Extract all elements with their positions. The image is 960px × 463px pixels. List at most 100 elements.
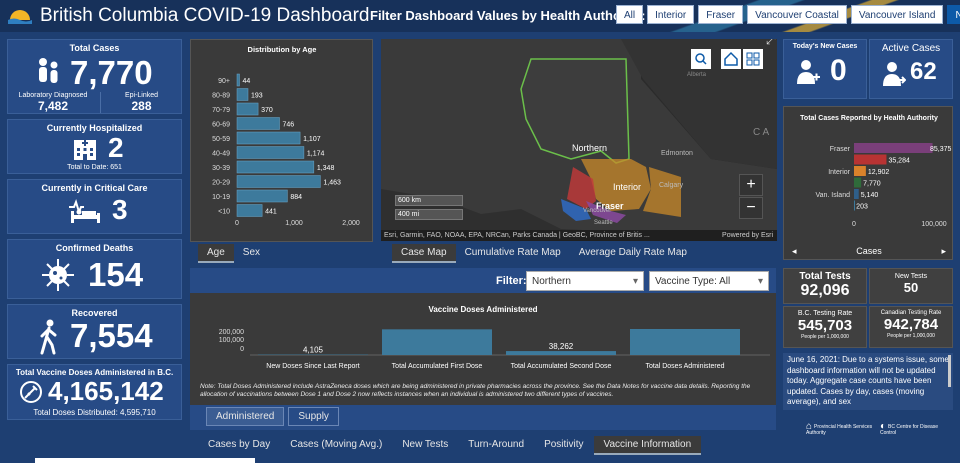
- total-cases-title: Total Cases: [69, 43, 120, 53]
- tab-average-daily-rate-map[interactable]: Average Daily Rate Map: [570, 244, 696, 263]
- vaccine-y-tick: 100,000: [219, 337, 244, 344]
- age-tick-label: 10-19: [212, 194, 230, 201]
- vaccine-bar[interactable]: [630, 329, 740, 355]
- tab-sex[interactable]: Sex: [234, 244, 269, 263]
- age-x-tick: 1,000: [285, 220, 303, 227]
- age-bar[interactable]: [236, 117, 280, 130]
- zoom-in-button[interactable]: +: [739, 174, 763, 196]
- authority-button-vancouver-island[interactable]: Vancouver Island: [850, 5, 944, 24]
- age-value-label: 746: [283, 122, 295, 129]
- age-value-label: 1,107: [303, 136, 321, 143]
- tab-cumulative-rate-map[interactable]: Cumulative Rate Map: [456, 244, 570, 263]
- powered-by: Powered by Esri: [722, 232, 773, 239]
- tab-cases-moving-avg[interactable]: Cases (Moving Avg.): [280, 436, 392, 455]
- case-map[interactable]: Northern Interior Fraser Edmonton Calgar…: [381, 39, 777, 241]
- tab-new-tests[interactable]: New Tests: [392, 436, 458, 455]
- age-bar[interactable]: [236, 146, 305, 159]
- age-bar[interactable]: [236, 73, 240, 87]
- tab-cases-by-day[interactable]: Cases by Day: [198, 436, 280, 455]
- vaccine-bar[interactable]: [506, 351, 616, 355]
- bottom-tabs: Cases by Day Cases (Moving Avg.) New Tests…: [198, 436, 702, 455]
- age-tick-label: 80-89: [212, 93, 230, 100]
- bc-testing-rate-value: 545,703: [797, 317, 853, 334]
- age-bar[interactable]: [236, 175, 321, 188]
- age-bar[interactable]: [236, 131, 301, 145]
- vaccine-category-label: New Doses Since Last Report: [266, 363, 359, 370]
- vaccine-type-dropdown-value: Vaccine Type: All: [655, 276, 731, 287]
- age-bar[interactable]: [236, 102, 259, 116]
- tab-age[interactable]: Age: [198, 244, 234, 263]
- canadian-testing-rate-value: 942,784: [883, 316, 939, 333]
- vaccine-tabs: Administered Supply: [206, 407, 343, 426]
- map-home-button[interactable]: [721, 49, 741, 69]
- prev-page-button[interactable]: ◂: [792, 242, 797, 260]
- tab-case-map[interactable]: Case Map: [392, 244, 456, 263]
- ha-value-label: 35,284: [888, 158, 910, 165]
- zoom-out-button[interactable]: −: [739, 197, 763, 219]
- dashboard: British Columbia COVID-19 Dashboard Filt…: [0, 0, 960, 463]
- authority-button-interior[interactable]: Interior: [647, 5, 695, 24]
- ha-bar[interactable]: [854, 177, 862, 188]
- walking-person-icon: [40, 319, 57, 355]
- deaths-title: Confirmed Deaths: [55, 243, 134, 253]
- authority-button-fraser[interactable]: Fraser: [698, 5, 744, 24]
- notice-scrollbar[interactable]: [948, 355, 951, 387]
- ha-bar[interactable]: [854, 189, 859, 199]
- map-label-alberta: Alberta: [687, 72, 707, 78]
- new-tests-value: 50: [903, 280, 919, 295]
- bc-sun-logo-icon: [8, 10, 32, 24]
- vaccine-bar[interactable]: [382, 329, 492, 355]
- tab-supply[interactable]: Supply: [288, 407, 339, 426]
- age-tick-label: 70-79: [212, 107, 230, 114]
- total-tests-card: Total Tests 92,096: [783, 268, 867, 304]
- authority-button-all[interactable]: All: [616, 5, 644, 24]
- active-cases-card: Active Cases 62: [869, 39, 953, 99]
- age-tick-label: 40-49: [212, 151, 230, 158]
- age-bar[interactable]: [236, 160, 315, 174]
- age-bar[interactable]: [236, 204, 263, 217]
- age-bar[interactable]: [236, 88, 249, 101]
- ha-bar[interactable]: [854, 143, 933, 153]
- bccdc-logo-text: BC Centre for Disease Control: [880, 424, 939, 436]
- notice-box[interactable]: June 16, 2021: Due to a systems issue, s…: [783, 353, 953, 410]
- vaccine-type-dropdown[interactable]: Vaccine Type: All ▾: [649, 271, 769, 291]
- age-tick-label: 30-39: [212, 165, 230, 172]
- authority-button-vancouver-coastal[interactable]: Vancouver Coastal: [747, 5, 847, 24]
- map-label-calgary: Calgary: [659, 182, 684, 189]
- header-bar: British Columbia COVID-19 Dashboard Filt…: [0, 0, 960, 32]
- chevron-down-icon: ▾: [632, 276, 638, 287]
- vaccine-value-label: 38,262: [549, 342, 574, 351]
- ha-chart-footer: ◂ Cases ▸: [784, 242, 954, 260]
- epi-linked: Epi-Linked 288: [100, 92, 182, 113]
- person-arrow-icon: [883, 62, 906, 86]
- ha-bar[interactable]: [854, 154, 887, 165]
- bc-testing-rate-card: B.C. Testing Rate 545,703 People per 1,0…: [783, 306, 867, 348]
- next-page-button[interactable]: ▸: [941, 242, 946, 260]
- age-tick-label: 50-59: [212, 136, 230, 143]
- new-cases-value: 0: [830, 54, 847, 87]
- tab-administered[interactable]: Administered: [206, 407, 285, 426]
- ha-value-label: 203: [856, 204, 868, 211]
- authority-button-northern[interactable]: Northern: [947, 5, 960, 24]
- region-dropdown[interactable]: Northern ▾: [526, 271, 644, 291]
- vaccine-chart-panel: Vaccine Doses Administered 200,000 100,000…: [190, 293, 776, 405]
- bottom-scrollbar[interactable]: [35, 458, 255, 463]
- tab-turn-around[interactable]: Turn-Around: [458, 436, 534, 455]
- ha-bar[interactable]: [854, 166, 866, 176]
- ha-tick-label: Interior: [828, 169, 850, 176]
- expand-icon[interactable]: ⤢: [766, 39, 776, 48]
- map-label-northern: Northern: [572, 143, 608, 153]
- tab-vaccine-information[interactable]: Vaccine Information: [593, 436, 702, 455]
- map-basemap-button[interactable]: [743, 49, 763, 69]
- vaccine-value-label: 4,105: [303, 346, 324, 355]
- ha-bar[interactable]: [854, 200, 855, 211]
- age-bar[interactable]: [236, 189, 288, 203]
- attribution-text: Esri, Garmin, FAO, NOAA, EPA, NRCan, Par…: [384, 232, 650, 239]
- map-label-edmonton: Edmonton: [661, 150, 693, 157]
- map-search-button[interactable]: [691, 49, 711, 69]
- filter-label: Filter Dashboard Values by Health Author…: [370, 8, 646, 23]
- age-value-label: 884: [290, 194, 302, 201]
- age-value-label: 193: [251, 93, 263, 100]
- map-tabs: Case Map Cumulative Rate Map Average Daily…: [392, 244, 696, 263]
- tab-positivity[interactable]: Positivity: [534, 436, 593, 455]
